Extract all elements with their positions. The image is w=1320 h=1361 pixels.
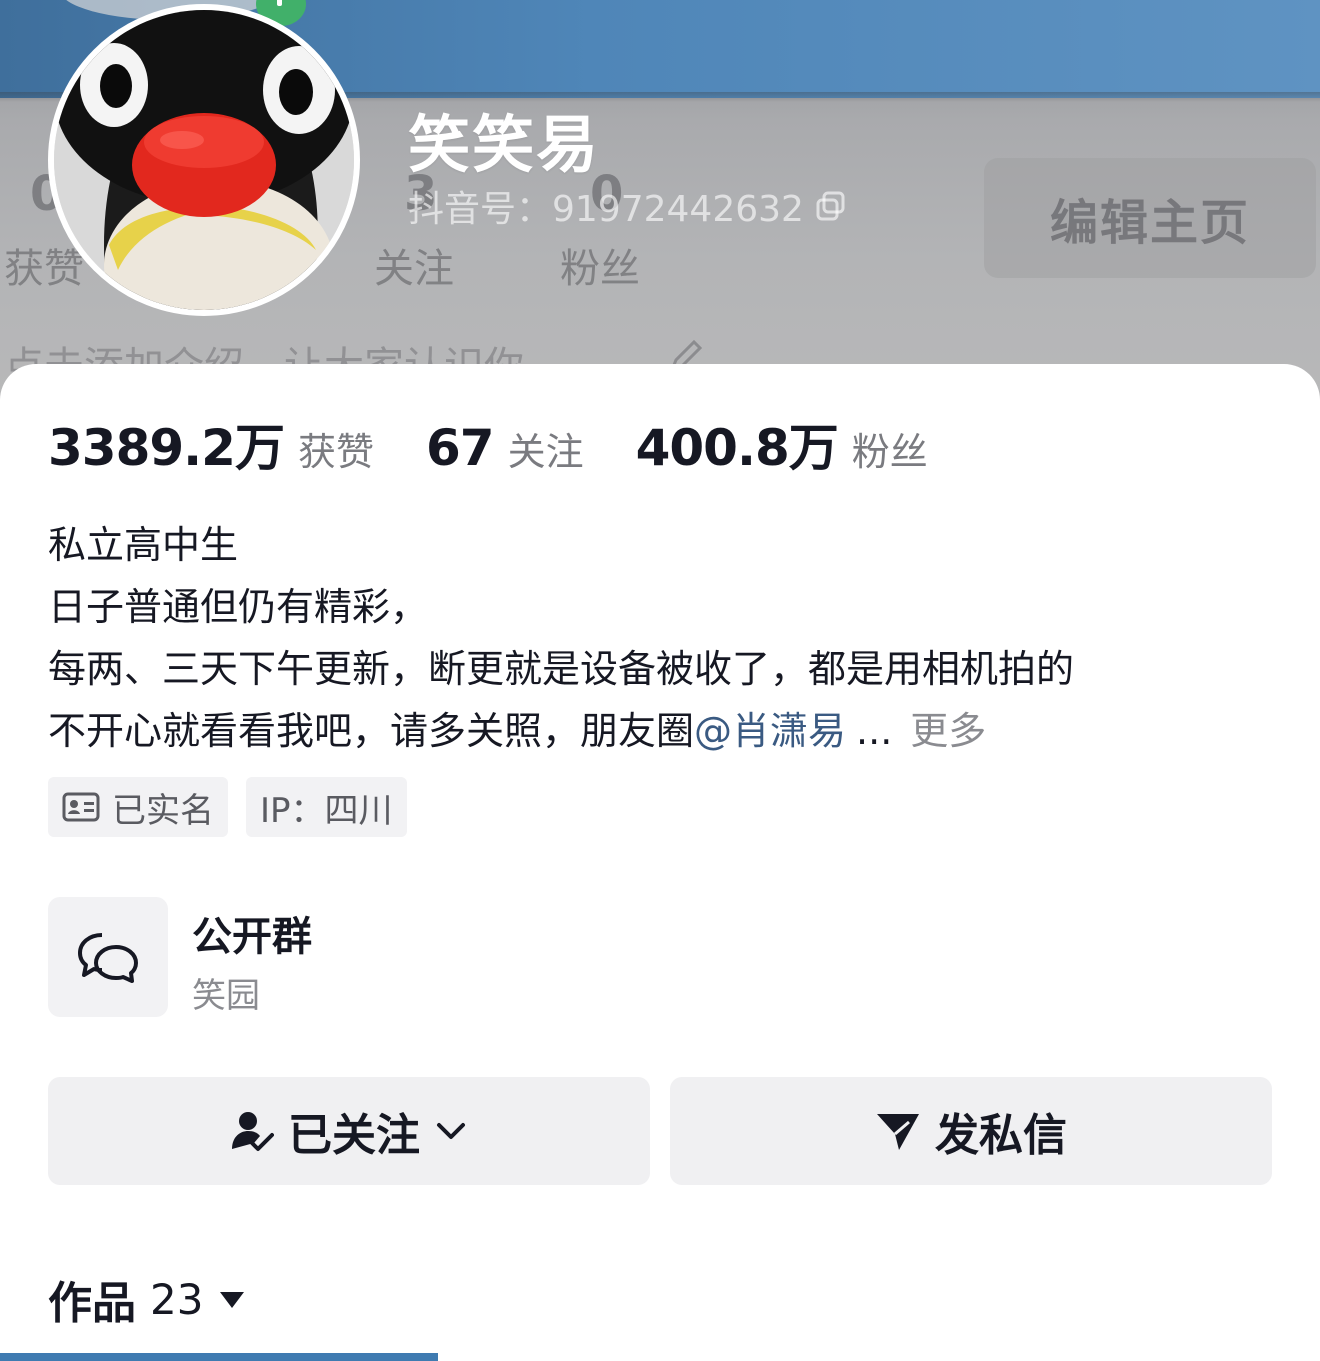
chat-bubbles-icon — [78, 933, 138, 983]
profile-header-background: 0 获赞 3 关注 0 粉丝 点击添加介绍，让大家认识你 笑笑 — [0, 0, 1320, 400]
chevron-down-icon — [437, 1123, 465, 1139]
mention-link[interactable]: @肖潇易 — [694, 709, 846, 753]
works-count: 23 — [150, 1274, 204, 1324]
send-message-label: 发私信 — [935, 1110, 1067, 1161]
likes-label: 获赞 — [297, 430, 374, 474]
group-title[interactable]: 公开群 — [192, 904, 312, 962]
bio-line: 日子普通但仍有精彩， — [48, 585, 429, 629]
send-message-button[interactable]: 发私信 — [670, 1077, 1272, 1185]
id-card-icon — [62, 792, 100, 822]
ip-tag: IP：四川 — [246, 777, 407, 837]
group-icon-box[interactable] — [48, 897, 168, 1017]
bio-ellipsis: ... — [856, 709, 893, 753]
likes-count: 3389.2万 — [48, 419, 285, 477]
caret-down-icon[interactable] — [217, 1287, 247, 1311]
fans-label[interactable]: 粉丝 — [852, 421, 928, 476]
avatar[interactable] — [48, 4, 360, 316]
copy-icon[interactable] — [814, 189, 848, 223]
ip-label: IP：四川 — [260, 790, 393, 831]
profile-name: 笑笑易 — [408, 108, 601, 181]
tags-row: 已实名 IP：四川 — [48, 777, 407, 837]
following-button[interactable]: 已关注 — [48, 1077, 650, 1185]
bio-line: 不开心就看看我吧，请多关照，朋友圈 — [48, 709, 695, 753]
bio-line: 私立高中生 — [48, 523, 239, 567]
penguin-avatar-image — [54, 10, 354, 310]
send-icon — [877, 1114, 919, 1150]
following-label[interactable]: 关注 — [508, 421, 584, 476]
following-button-label: 已关注 — [288, 1110, 420, 1161]
works-tab-indicator — [0, 1353, 438, 1361]
verified-label: 已实名 — [112, 790, 214, 831]
edit-profile-button[interactable]: 编辑主页 — [984, 158, 1316, 278]
bio-line-last: 不开心就看看我吧，请多关照，朋友圈@肖潇易... 更多 — [48, 700, 1074, 762]
verified-tag[interactable]: 已实名 — [48, 777, 228, 837]
bio: 私立高中生 日子普通但仍有精彩， 每两、三天下午更新，断更就是设备被收了，都是用… — [48, 514, 1074, 762]
bio-line: 每两、三天下午更新，断更就是设备被收了，都是用相机拍的 — [48, 647, 1075, 691]
profile-card: 3389.2万 获赞 67 关注 400.8万 粉丝 私立高中生 日子普通但仍有… — [0, 364, 1320, 1361]
stats-row: 3389.2万 获赞 67 关注 400.8万 粉丝 — [48, 408, 928, 480]
bio-more-button[interactable]: 更多 — [910, 709, 986, 753]
following-count[interactable]: 67 — [426, 419, 495, 477]
user-check-icon — [232, 1112, 274, 1151]
douyin-id-text: 抖音号：91972442632 — [408, 189, 804, 230]
douyin-id: 抖音号：91972442632 — [408, 180, 848, 232]
works-tab[interactable]: 作品 23 — [48, 1267, 247, 1331]
fans-count[interactable]: 400.8万 — [636, 408, 839, 480]
works-label: 作品 — [48, 1278, 136, 1329]
ghost-fans-label: 粉丝 — [560, 246, 640, 292]
ghost-following-label: 关注 — [374, 246, 454, 292]
group-name[interactable]: 笑园 — [192, 968, 260, 1017]
